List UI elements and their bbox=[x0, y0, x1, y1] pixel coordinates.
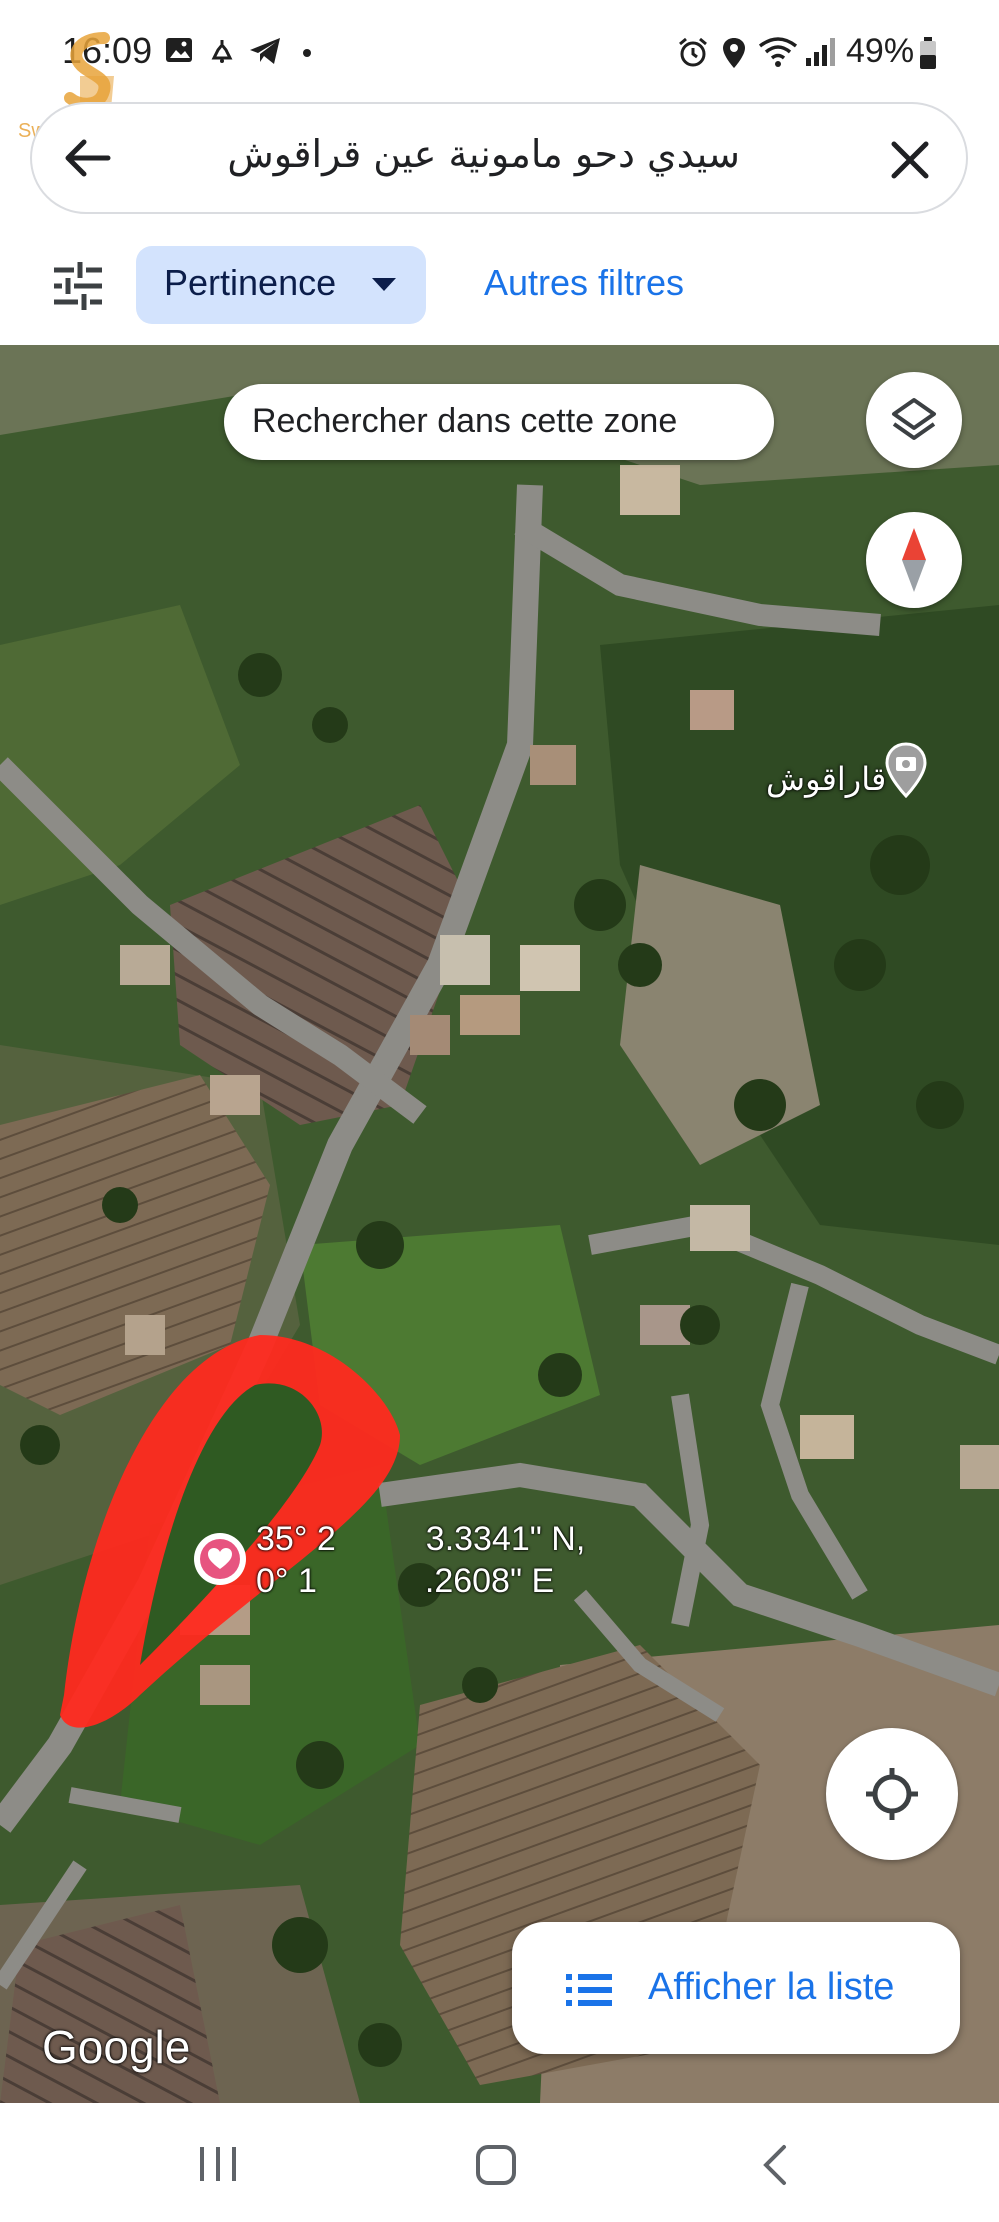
sort-chip-label[interactable]: Pertinence bbox=[164, 262, 336, 304]
telegram-icon bbox=[250, 38, 280, 64]
compass-button[interactable] bbox=[866, 512, 962, 608]
search-this-area-label[interactable]: Rechercher dans cette zone bbox=[252, 402, 677, 441]
signal-icon bbox=[806, 38, 835, 66]
other-filters-button[interactable]: Autres filtres bbox=[484, 262, 684, 304]
layers-button[interactable] bbox=[866, 372, 962, 468]
coordinates-line1-start: 35° 2 bbox=[256, 1520, 336, 1558]
coordinates-line1-end: 3.3341" N, bbox=[425, 1520, 586, 1558]
heart-pin-icon[interactable] bbox=[192, 1531, 248, 1587]
coordinates-line2-end: .2608" E bbox=[424, 1562, 555, 1600]
location-icon bbox=[723, 38, 745, 68]
place-label[interactable]: قاراقوش bbox=[766, 760, 886, 798]
coordinates-line2-start: 0° 1 bbox=[256, 1562, 317, 1600]
camera-pin-icon[interactable] bbox=[884, 742, 928, 798]
arrow-left-icon[interactable] bbox=[58, 130, 114, 186]
dot-icon bbox=[303, 49, 311, 57]
wifi-icon bbox=[758, 37, 798, 67]
battery-icon bbox=[920, 37, 936, 69]
alarm-clock-icon bbox=[679, 37, 707, 67]
list-icon[interactable] bbox=[566, 1972, 612, 2008]
compass-icon[interactable] bbox=[896, 526, 932, 594]
chevron-down-icon[interactable] bbox=[372, 278, 396, 291]
system-nav-bar bbox=[0, 2103, 999, 2222]
show-list-label[interactable]: Afficher la liste bbox=[648, 1966, 894, 2009]
recent-apps-icon[interactable] bbox=[198, 2145, 238, 2183]
google-logo: Google bbox=[42, 2021, 191, 2073]
my-location-button[interactable] bbox=[826, 1728, 958, 1860]
home-icon[interactable] bbox=[474, 2143, 518, 2187]
layers-icon[interactable] bbox=[890, 396, 938, 444]
tune-icon[interactable] bbox=[50, 258, 106, 314]
search-query[interactable]: سيدي دحو مامونية عين قراقوش bbox=[140, 132, 740, 176]
coordinates-label: 35° 2 3.3341" N, 0° 1 .2608" E bbox=[256, 1518, 585, 1602]
my-location-icon[interactable] bbox=[864, 1766, 920, 1822]
alarm-bell-icon bbox=[211, 40, 233, 63]
back-chevron-icon[interactable] bbox=[760, 2143, 790, 2187]
battery-percent: 49% bbox=[846, 32, 915, 70]
close-icon[interactable] bbox=[886, 136, 934, 184]
image-icon bbox=[166, 38, 192, 62]
